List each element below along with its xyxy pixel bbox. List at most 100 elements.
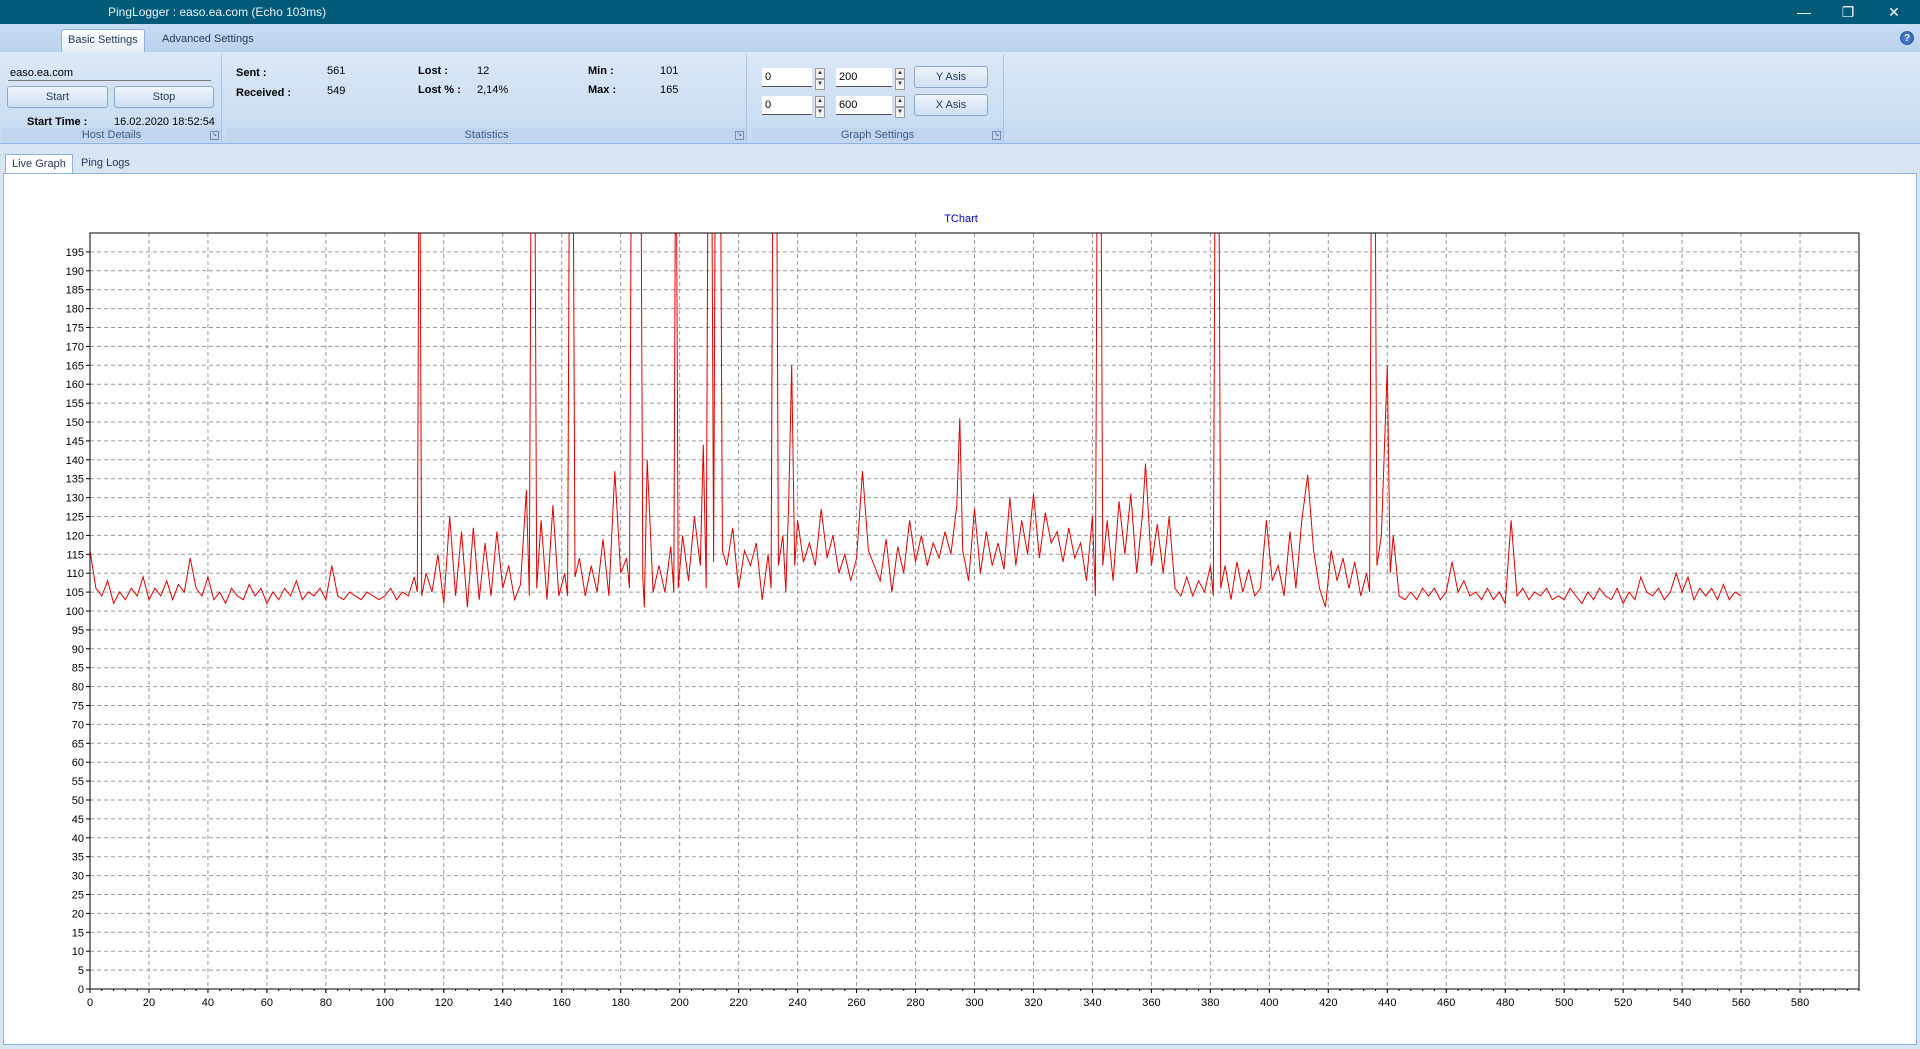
y-tick-label: 35 bbox=[72, 852, 84, 864]
restore-button[interactable]: ❐ bbox=[1826, 0, 1870, 24]
ribbon: Start Stop Start Time : 16.02.2020 18:52… bbox=[0, 52, 1920, 144]
x-tick-label: 120 bbox=[435, 997, 453, 1009]
y-tick-label: 45 bbox=[72, 814, 84, 826]
y-tick-label: 5 bbox=[78, 965, 84, 977]
host-input[interactable] bbox=[8, 65, 211, 81]
y-tick-label: 65 bbox=[72, 738, 84, 750]
minimize-icon: — bbox=[1797, 4, 1811, 20]
dialog-launcher-icon[interactable]: ↘ bbox=[735, 131, 744, 140]
spin-up-icon[interactable]: ▲ bbox=[895, 96, 905, 107]
graph-settings-group: ▲▼ ▲▼ Y Asis ▲▼ ▲▼ X Asis Graph Settings… bbox=[752, 54, 1004, 142]
x-tick-label: 580 bbox=[1791, 997, 1809, 1009]
lost-percent-label: Lost % : bbox=[418, 84, 461, 96]
y-tick-label: 105 bbox=[66, 587, 84, 599]
x-tick-label: 440 bbox=[1378, 997, 1396, 1009]
y-tick-label: 110 bbox=[66, 568, 84, 580]
x-tick-label: 400 bbox=[1260, 997, 1278, 1009]
spin-down-icon[interactable]: ▼ bbox=[815, 107, 825, 118]
close-button[interactable]: ✕ bbox=[1872, 0, 1916, 24]
y-tick-label: 165 bbox=[66, 360, 84, 372]
start-time-value: 16.02.2020 18:52:54 bbox=[114, 116, 215, 128]
start-time-label: Start Time : bbox=[27, 116, 88, 128]
y-tick-label: 180 bbox=[66, 304, 84, 316]
spin-up-icon[interactable]: ▲ bbox=[895, 68, 905, 79]
restore-icon: ❐ bbox=[1841, 3, 1855, 20]
x-max-input[interactable] bbox=[836, 96, 892, 115]
y-max-input[interactable] bbox=[836, 68, 892, 87]
x-tick-label: 340 bbox=[1083, 997, 1101, 1009]
chart-title: TChart bbox=[944, 213, 978, 225]
spin-up-icon[interactable]: ▲ bbox=[815, 96, 825, 107]
y-tick-label: 60 bbox=[72, 757, 84, 769]
x-tick-label: 240 bbox=[788, 997, 806, 1009]
x-tick-label: 140 bbox=[494, 997, 512, 1009]
x-tick-label: 480 bbox=[1496, 997, 1514, 1009]
y-tick-label: 100 bbox=[66, 606, 84, 618]
y-tick-label: 120 bbox=[66, 530, 84, 542]
statistics-group: Sent : 561 Received : 549 Lost : 12 Lost… bbox=[227, 54, 747, 142]
y-tick-label: 115 bbox=[66, 549, 84, 561]
dialog-launcher-icon[interactable]: ↘ bbox=[992, 131, 1001, 140]
tab-basic-settings[interactable]: Basic Settings bbox=[61, 29, 145, 52]
y-tick-label: 70 bbox=[72, 719, 84, 731]
sent-label: Sent : bbox=[236, 67, 267, 79]
y-tick-label: 95 bbox=[72, 625, 84, 637]
close-icon: ✕ bbox=[1888, 3, 1900, 20]
y-min-spinner[interactable]: ▲ ▼ bbox=[815, 68, 825, 90]
lost-label: Lost : bbox=[418, 65, 448, 77]
spin-down-icon[interactable]: ▼ bbox=[815, 79, 825, 90]
x-tick-label: 420 bbox=[1319, 997, 1337, 1009]
y-tick-label: 55 bbox=[72, 776, 84, 788]
received-value: 549 bbox=[327, 85, 346, 97]
host-details-group: Start Stop Start Time : 16.02.2020 18:52… bbox=[2, 54, 222, 142]
stop-button[interactable]: Stop bbox=[114, 86, 214, 108]
spin-down-icon[interactable]: ▼ bbox=[895, 79, 905, 90]
y-tick-label: 75 bbox=[72, 701, 84, 713]
x-tick-label: 360 bbox=[1142, 997, 1160, 1009]
x-tick-label: 380 bbox=[1201, 997, 1219, 1009]
y-tick-label: 25 bbox=[72, 890, 84, 902]
spin-down-icon[interactable]: ▼ bbox=[895, 107, 905, 118]
help-icon[interactable]: ? bbox=[1900, 31, 1914, 45]
ping-chart: TChart 0 5 10 15 20 25 30 35 40 45 50 55 60 65 70 75 80 8… bbox=[66, 213, 1860, 1009]
x-tick-label: 100 bbox=[376, 997, 394, 1009]
min-label: Min : bbox=[588, 65, 614, 77]
x-min-input[interactable] bbox=[762, 96, 812, 115]
y-tick-label: 125 bbox=[66, 512, 84, 524]
x-tick-label: 180 bbox=[612, 997, 630, 1009]
start-button[interactable]: Start bbox=[7, 86, 108, 108]
x-min-spinner[interactable]: ▲ ▼ bbox=[815, 96, 825, 118]
x-tick-label: 160 bbox=[553, 997, 571, 1009]
y-axis-button[interactable]: Y Asis bbox=[914, 66, 988, 88]
x-max-spinner[interactable]: ▲ ▼ bbox=[895, 96, 905, 118]
y-tick-label: 130 bbox=[66, 493, 84, 505]
y-tick-label: 175 bbox=[66, 323, 84, 335]
y-tick-label: 155 bbox=[66, 398, 84, 410]
max-value: 165 bbox=[660, 84, 679, 96]
y-tick-label: 40 bbox=[72, 833, 84, 845]
tab-ping-logs[interactable]: Ping Logs bbox=[75, 154, 136, 174]
x-axis-button[interactable]: X Asis bbox=[914, 94, 988, 116]
x-tick-label: 260 bbox=[847, 997, 865, 1009]
dialog-launcher-icon[interactable]: ↘ bbox=[210, 131, 219, 140]
tab-live-graph[interactable]: Live Graph bbox=[5, 154, 73, 174]
host-details-caption-text: Host Details bbox=[81, 129, 142, 141]
tab-advanced-settings[interactable]: Advanced Settings bbox=[156, 29, 260, 52]
y-min-input[interactable] bbox=[762, 68, 812, 87]
y-tick-label: 150 bbox=[66, 417, 84, 429]
graph-settings-caption-text: Graph Settings bbox=[840, 129, 915, 141]
sent-value: 561 bbox=[327, 65, 346, 77]
window-title: PingLogger : easo.ea.com (Echo 103ms) bbox=[108, 5, 327, 19]
y-tick-label: 185 bbox=[66, 285, 84, 297]
y-tick-label: 15 bbox=[72, 927, 84, 939]
x-tick-label: 0 bbox=[87, 997, 93, 1009]
minimize-button[interactable]: — bbox=[1782, 0, 1826, 24]
y-tick-label: 0 bbox=[78, 984, 84, 996]
spin-up-icon[interactable]: ▲ bbox=[815, 68, 825, 79]
y-tick-label: 80 bbox=[72, 682, 84, 694]
received-label: Received : bbox=[236, 87, 292, 99]
max-label: Max : bbox=[588, 84, 617, 96]
x-tick-label: 200 bbox=[670, 997, 688, 1009]
y-max-spinner[interactable]: ▲ ▼ bbox=[895, 68, 905, 90]
y-tick-label: 50 bbox=[72, 795, 84, 807]
